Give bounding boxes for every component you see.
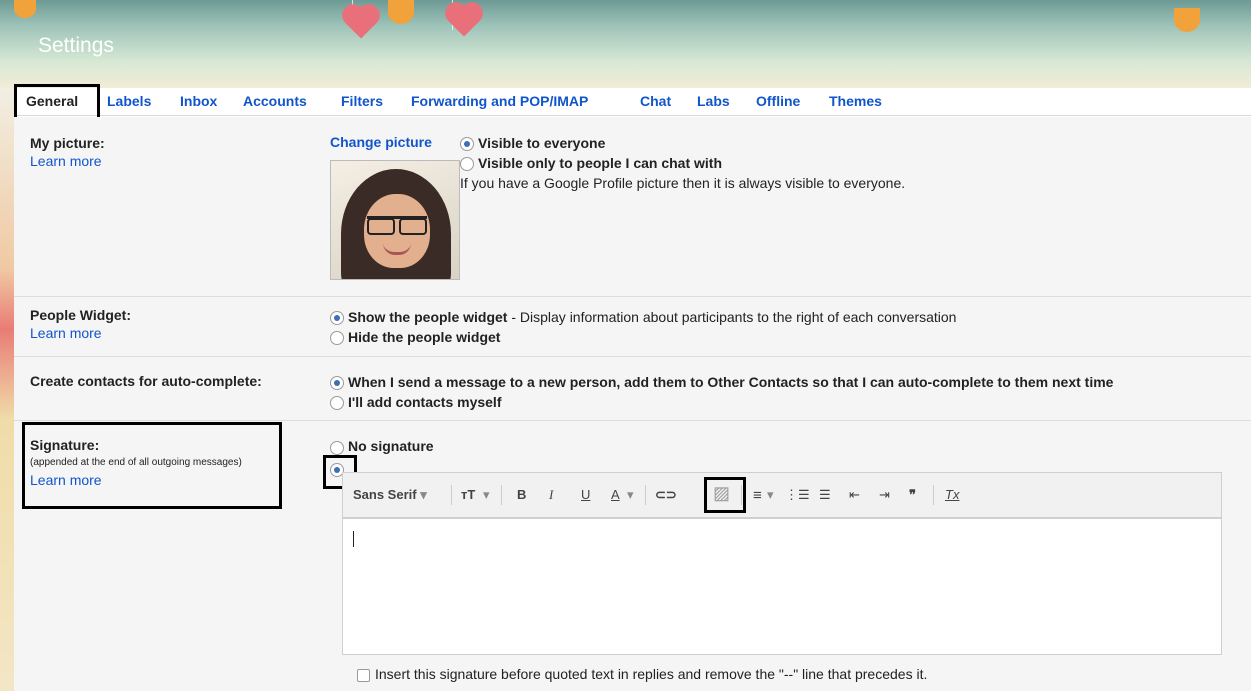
font-family-dropdown[interactable]: Sans Serif ▾: [353, 487, 427, 503]
hide-people-widget-radio[interactable]: [330, 331, 344, 345]
signature-toolbar: Sans Serif ▾ ᴛT ▾ B I U A ▾ ⊂⊃ ▨ ≡ ▾ ⋮☰ …: [342, 472, 1222, 518]
profile-picture[interactable]: [330, 160, 460, 280]
italic-icon[interactable]: I: [549, 487, 553, 503]
settings-tabs: General Labels Inbox Accounts Filters Fo…: [14, 88, 1251, 116]
chevron-down-icon: ▾: [767, 487, 774, 502]
my-picture-label: My picture:: [30, 135, 105, 151]
bulleted-list-icon[interactable]: ☰: [819, 487, 831, 503]
contacts-row: Create contacts for auto-complete: When …: [14, 357, 1251, 421]
orange-balloon: [1174, 8, 1200, 32]
clear-formatting-icon[interactable]: Tx: [945, 487, 959, 502]
avatar-glasses: [367, 216, 427, 235]
toolbar-divider: [501, 485, 502, 505]
text-color-icon[interactable]: A: [611, 487, 620, 502]
tab-labels[interactable]: Labels: [107, 93, 151, 109]
tab-labs[interactable]: Labs: [697, 93, 730, 109]
tab-forwarding[interactable]: Forwarding and POP/IMAP: [411, 93, 588, 109]
change-picture-link[interactable]: Change picture: [330, 134, 432, 150]
link-icon[interactable]: ⊂⊃: [655, 487, 677, 503]
signature-editor[interactable]: [342, 518, 1222, 655]
quote-icon[interactable]: ❞: [909, 487, 916, 503]
underline-icon[interactable]: U: [581, 487, 590, 502]
toolbar-divider: [645, 485, 646, 505]
toolbar-divider: [451, 485, 452, 505]
insert-before-quoted-checkbox[interactable]: [357, 669, 370, 682]
indent-less-icon[interactable]: ⇤: [849, 487, 860, 503]
page-title: Settings: [38, 34, 114, 57]
auto-add-contacts-radio[interactable]: [330, 376, 344, 390]
people-widget-row: People Widget: Learn more Show the peopl…: [14, 297, 1251, 357]
orange-balloon: [388, 0, 414, 24]
indent-more-icon[interactable]: ⇥: [879, 487, 890, 503]
people-widget-label: People Widget:: [30, 307, 131, 323]
manual-contacts-label: I'll add contacts myself: [348, 394, 502, 410]
show-people-widget-option: Show the people widget - Display informa…: [348, 309, 956, 325]
header-banner: Settings: [0, 0, 1251, 88]
contacts-label: Create contacts for auto-complete:: [30, 373, 262, 389]
tab-filters[interactable]: Filters: [341, 93, 383, 109]
insert-image-highlight: [704, 477, 746, 513]
no-signature-radio[interactable]: [330, 441, 344, 455]
heart-balloon: [345, 7, 377, 39]
my-picture-row: My picture: Learn more Change picture Vi…: [14, 117, 1251, 297]
tab-offline[interactable]: Offline: [756, 93, 800, 109]
chevron-down-icon: ▾: [420, 487, 427, 502]
my-picture-learn-more[interactable]: Learn more: [30, 153, 102, 169]
no-signature-label: No signature: [348, 438, 434, 454]
auto-add-contacts-label: When I send a message to a new person, a…: [348, 374, 1114, 390]
chevron-down-icon: ▾: [483, 487, 490, 502]
people-widget-learn-more[interactable]: Learn more: [30, 325, 102, 341]
visible-everyone-radio[interactable]: [460, 137, 474, 151]
numbered-list-icon[interactable]: ⋮☰: [785, 487, 810, 503]
signature-label-highlight: [22, 422, 282, 509]
hide-people-widget-label: Hide the people widget: [348, 329, 501, 345]
left-decoration: [0, 88, 14, 691]
tab-chat[interactable]: Chat: [640, 93, 671, 109]
profile-picture-note: If you have a Google Profile picture the…: [460, 175, 906, 191]
visible-chat-radio[interactable]: [460, 157, 474, 171]
font-size-icon[interactable]: ᴛT: [461, 487, 475, 502]
font-family-label: Sans Serif: [353, 487, 417, 502]
align-icon[interactable]: ≡: [753, 487, 762, 504]
show-people-widget-desc: - Display information about participants…: [507, 309, 957, 325]
tab-inbox[interactable]: Inbox: [180, 93, 217, 109]
heart-balloon: [448, 5, 480, 37]
bold-icon[interactable]: B: [517, 487, 526, 502]
show-people-widget-label: Show the people widget: [348, 309, 508, 325]
chevron-down-icon: ▾: [627, 487, 634, 502]
show-people-widget-radio[interactable]: [330, 311, 344, 325]
tab-themes[interactable]: Themes: [829, 93, 882, 109]
insert-before-quoted-label: Insert this signature before quoted text…: [375, 666, 928, 682]
visible-everyone-label: Visible to everyone: [478, 135, 606, 151]
toolbar-divider: [933, 485, 934, 505]
visible-chat-label: Visible only to people I can chat with: [478, 155, 723, 171]
manual-contacts-radio[interactable]: [330, 396, 344, 410]
orange-balloon: [14, 0, 36, 18]
text-caret: [353, 531, 354, 547]
tab-accounts[interactable]: Accounts: [243, 93, 307, 109]
